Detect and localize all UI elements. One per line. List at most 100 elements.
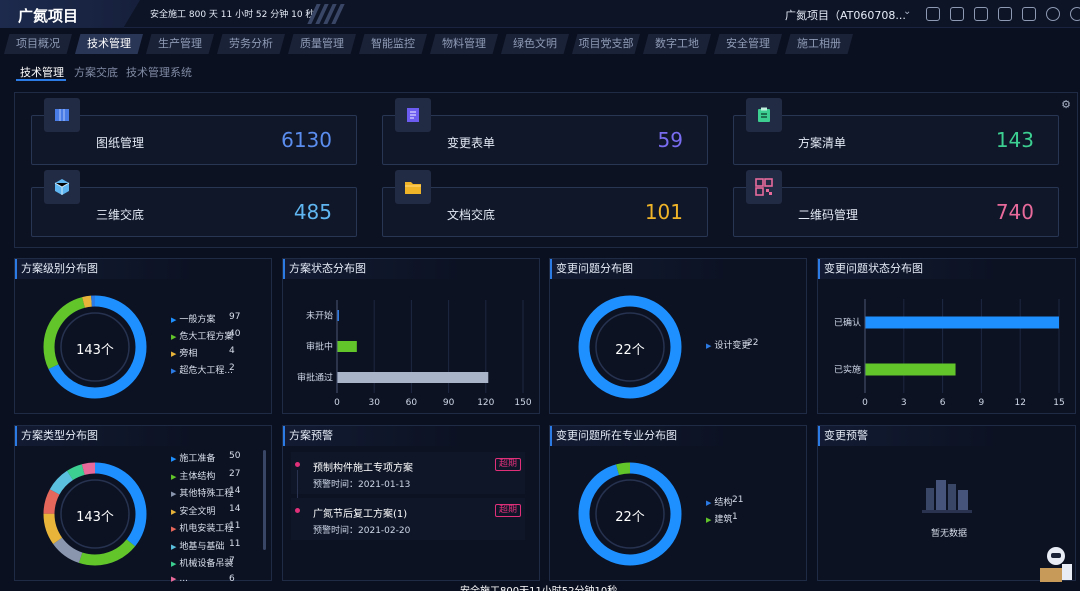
legend-scrollbar[interactable] [263,450,266,550]
legend-label: 危大工程方案 [179,332,234,342]
module-tab[interactable]: 质量管理 [288,34,356,54]
bar-3[interactable] [337,372,489,383]
bar-2[interactable] [337,341,357,352]
legend-arrow-icon: ▶ [171,507,177,516]
legend-arrow-icon: ▶ [706,516,712,524]
sub-tab[interactable]: 方案交底 [74,64,118,80]
module-tab[interactable]: 安全管理 [714,34,782,54]
legend-item[interactable]: ▶ 结构 [706,495,732,508]
panel-change-issue: 变更问题分布图 22个 ▶ 设计变更 22 [549,258,807,414]
shirt-icon[interactable] [1022,7,1036,21]
stat-card[interactable]: 三维交底 485 [31,170,357,237]
legend-item[interactable]: ▶ 一般方案 [171,312,215,325]
legend-value: 40 [229,329,241,339]
stat-label: 方案清单 [798,136,847,150]
module-tab[interactable]: 物料管理 [430,34,498,54]
gear-icon[interactable]: ⚙ [1061,98,1071,111]
chevron-down-icon[interactable]: ⌄ [903,6,911,17]
warning-item[interactable]: 广氮节后复工方案(1) 预警时间：2021-02-20 超期 [291,498,525,540]
stat-card[interactable]: 二维码管理 740 [733,170,1059,237]
project-select[interactable]: 广氮项目（AT060708... [785,7,906,23]
stat-card[interactable]: 方案清单 143 [733,98,1059,165]
legend-item[interactable]: ▶ 安全文明 [171,504,215,517]
panel-change-status: 变更问题状态分布图 0 3 6 9 12 15 已确认 已实施 [817,258,1076,414]
module-tab[interactable]: 项目概况 [4,34,72,54]
stat-label: 图纸管理 [96,136,145,150]
donut-center-label: 143个 [76,510,114,525]
timeline-line [297,470,298,498]
legend-label: 安全文明 [179,506,216,517]
sub-tab[interactable]: 技术管理系统 [126,64,192,80]
x-tick-label: 0 [334,398,340,408]
legend-arrow-icon: ▶ [171,525,177,533]
legend-item[interactable]: ▶ 主体结构 [171,469,215,482]
legend-value: 6 [229,573,235,584]
legend-value: 4 [229,346,235,356]
module-tab[interactable]: 绿色文明 [501,34,569,54]
legend-item[interactable]: ▶ 建筑 [706,512,732,525]
x-tick-label: 120 [477,398,494,408]
sub-tab[interactable]: 技术管理 [20,64,64,80]
legend-item[interactable]: ▶ 超危大工程... [171,363,233,376]
module-tab[interactable]: 智能监控 [359,34,427,54]
display-icon[interactable] [998,7,1012,21]
legend-item[interactable]: ▶ 机械设备吊装 [171,556,233,569]
module-tab[interactable]: 生产管理 [146,34,214,54]
warning-item[interactable]: 预制构件施工专项方案 预警时间：2021-01-13 超期 [291,452,525,498]
top-header: 广氮项目 安全施工 800 天 11 小时 52 分钟 10 秒 广氮项目（AT… [0,0,1080,28]
monitor-icon[interactable] [950,7,964,21]
stat-card[interactable]: 图纸管理 6130 [31,98,357,165]
legend-value: 21 [732,495,744,505]
bar-2[interactable] [865,363,956,376]
legend-item[interactable]: ▶ 旁相 [171,346,197,359]
map-icon [44,98,80,132]
stat-card[interactable]: 文档交底 101 [382,170,708,237]
panel-plan-level: 方案级别分布图 143个 ▶ 一般方案 97 ▶ 危大工程方案 40 ▶ 旁相 4 ▶ 超危大工程.… [14,258,272,414]
app-title: 广氮项目 [18,7,79,25]
legend-value: 11 [229,538,241,549]
module-tab[interactable]: 项目党支部 [572,34,640,54]
module-tab[interactable]: 技术管理 [75,34,143,54]
legend-label: 旁相 [179,349,198,359]
warning-name: 预制构件施工专项方案 [313,463,413,474]
legend-label: 一般方案 [179,315,216,325]
settings-icon[interactable] [1070,7,1080,21]
decorative-stripes [307,4,345,24]
legend-item[interactable]: ▶... [171,574,188,584]
legend-label: 机电安装工程 [179,524,234,534]
x-tick-label: 30 [368,398,380,408]
stat-card[interactable]: 变更表单 59 [382,98,708,165]
x-tick-label: 0 [862,398,868,408]
robot-assistant-icon[interactable] [1032,544,1076,584]
y-category-label: 未开始 [306,310,333,322]
legend-label: 机械设备吊装 [179,559,234,569]
stat-value: 143 [995,128,1034,152]
legend-item[interactable]: ▶ 设计变更 [706,338,750,351]
warning-name: 广氮节后复工方案(1) [313,509,408,520]
module-tab[interactable]: 施工相册 [785,34,853,54]
warning-dot-icon [295,462,300,467]
legend-item[interactable]: ▶ 地基与基础 [171,539,224,552]
x-tick-label: 90 [443,398,455,408]
grid-icon[interactable] [926,7,940,21]
document-icon[interactable] [974,7,988,21]
module-tab[interactable]: 数字工地 [643,34,711,54]
refresh-icon[interactable] [1046,7,1060,21]
bar-1[interactable] [865,316,1059,329]
clipboard-icon [746,98,782,132]
legend-item[interactable]: ▶ 机电安装工程 [171,521,233,534]
legend-item[interactable]: ▶ 其他特殊工程 [171,486,233,499]
warning-time: 预警时间：2021-02-20 [313,526,411,536]
module-tab[interactable]: 劳务分析 [217,34,285,54]
warning-time: 预警时间：2021-01-13 [313,480,411,490]
legend-label: 超危大工程... [179,366,233,376]
legend-item[interactable]: ▶ 危大工程方案 [171,329,233,342]
cube-icon [44,170,80,204]
legend-label: ... [179,573,188,584]
legend-arrow-icon: ▶ [171,350,177,358]
bottom-safety-text: 安全施工800天11小时52分钟10秒 [460,582,617,591]
change-issue-donut [578,295,682,399]
legend-arrow-icon: ▶ [171,333,177,341]
legend-item[interactable]: ▶ 施工准备 [171,451,215,464]
active-subtab-underline [16,79,66,81]
